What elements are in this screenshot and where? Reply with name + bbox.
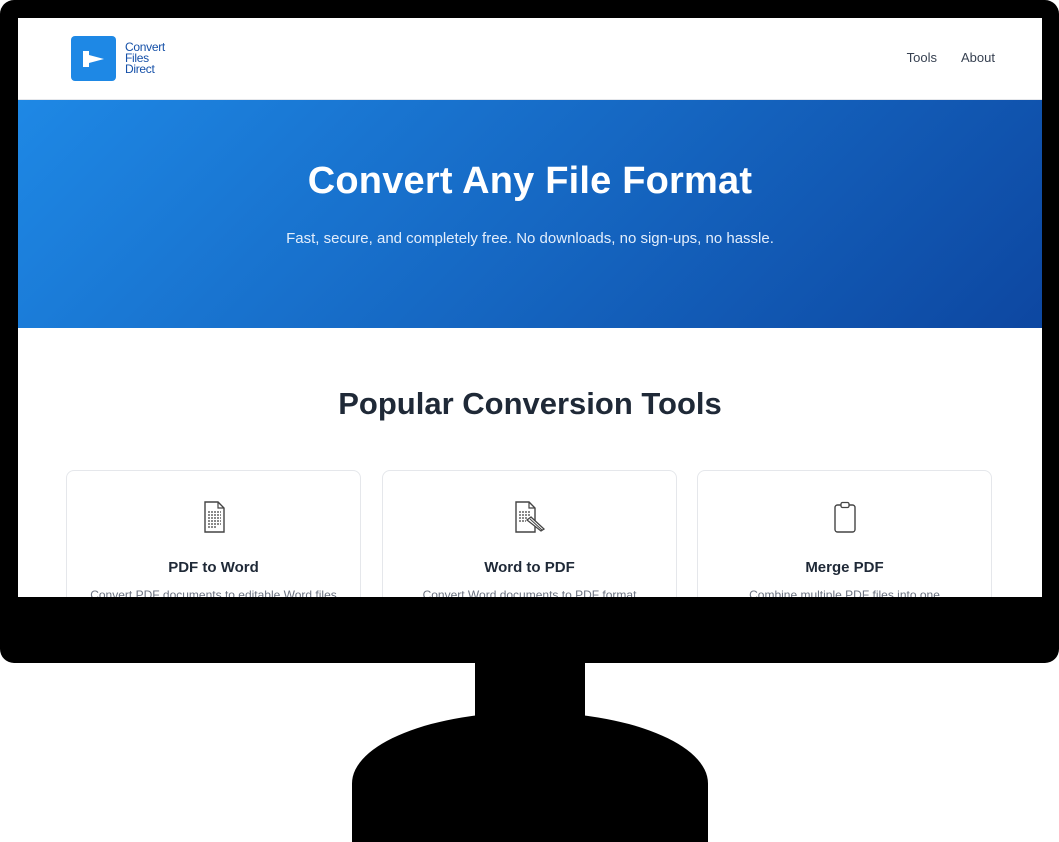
hero-banner: Convert Any File Format Fast, secure, an…: [18, 100, 1042, 328]
site-header: Convert Files Direct Tools About: [18, 18, 1042, 100]
tool-card-description: Combine multiple PDF files into one: [749, 588, 940, 597]
tool-card-title: Word to PDF: [484, 559, 575, 576]
tools-heading: Popular Conversion Tools: [338, 386, 722, 421]
nav-link-about[interactable]: About: [961, 50, 995, 65]
tool-card-pdf-to-word[interactable]: PDF to Word Convert PDF documents to edi…: [66, 470, 361, 597]
document-pen-icon: [383, 501, 676, 535]
hero-subtitle: Fast, secure, and completely free. No do…: [286, 230, 774, 247]
logo-text: Convert Files Direct: [125, 41, 165, 76]
tool-card-description: Convert PDF documents to editable Word f…: [90, 588, 337, 597]
document-icon: [67, 501, 360, 535]
clipboard-icon: [698, 501, 991, 535]
hero-title: Convert Any File Format: [307, 160, 753, 202]
tool-card-title: PDF to Word: [168, 559, 259, 576]
logo-mark-icon: [71, 36, 116, 81]
tool-card-word-to-pdf[interactable]: Word to PDF Convert Word documents to PD…: [382, 470, 677, 597]
monitor-neck: [475, 660, 585, 720]
tool-card-title: Merge PDF: [805, 559, 884, 576]
nav-link-tools[interactable]: Tools: [907, 50, 937, 65]
tool-card-merge-pdf[interactable]: Merge PDF Combine multiple PDF files int…: [697, 470, 992, 597]
site-logo[interactable]: Convert Files Direct: [71, 36, 165, 81]
tool-card-description: Convert Word documents to PDF format: [422, 588, 637, 597]
logo-line-3: Direct: [125, 62, 155, 76]
monitor-screen: Convert Files Direct Tools About Convert…: [18, 18, 1042, 597]
monitor-stand-base: [352, 712, 708, 842]
main-nav: Tools About: [907, 50, 995, 65]
